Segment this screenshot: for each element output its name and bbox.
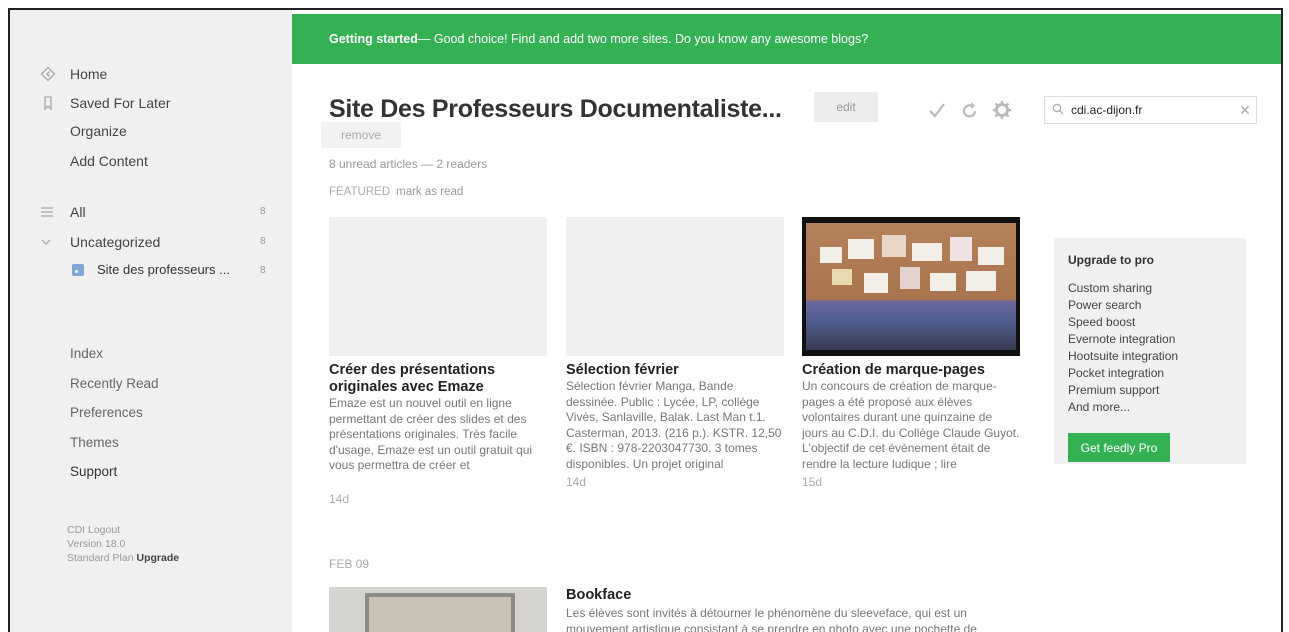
edit-button[interactable]: edit (814, 92, 878, 122)
feature-item: Pocket integration (1068, 366, 1165, 380)
home-icon (40, 66, 62, 82)
nav-index[interactable]: Index (70, 346, 103, 361)
article-thumbnail (329, 217, 547, 356)
list-icon (40, 204, 62, 220)
nav-uncategorized[interactable]: Uncategorized (40, 232, 160, 252)
app-window: Home Saved For Later Organize Add Conten… (8, 8, 1283, 632)
nav-add-content[interactable]: Add Content (70, 153, 148, 169)
uncategorized-count: 8 (260, 236, 266, 247)
plan-label: Standard Plan (67, 552, 134, 564)
feature-item: Hootsuite integration (1068, 349, 1179, 363)
article-age: 14d (566, 475, 587, 489)
article-thumbnail (329, 587, 547, 632)
remove-button[interactable]: remove (321, 122, 401, 148)
bookmark-icon (40, 95, 62, 111)
search-input[interactable] (1071, 103, 1234, 117)
banner-text: — Good choice! Find and add two more sit… (417, 32, 869, 46)
article-thumbnail (566, 217, 784, 356)
nav-uncategorized-label: Uncategorized (70, 234, 161, 250)
feature-item: Custom sharing (1068, 281, 1153, 295)
nav-home-label: Home (70, 66, 108, 82)
article-card[interactable]: Créer des présentations originales avec … (329, 217, 547, 506)
nav-preferences[interactable]: Preferences (70, 405, 143, 420)
upgrade-panel: Upgrade to pro Custom sharing Power sear… (1054, 238, 1246, 464)
feature-item: Speed boost (1068, 315, 1136, 329)
feed-count: 8 (260, 265, 266, 276)
nav-organize[interactable]: Organize (70, 123, 127, 139)
feed-label: Site des professeurs ... (97, 262, 230, 277)
search-icon (1045, 103, 1071, 118)
article-title[interactable]: Bookface (566, 587, 631, 603)
nav-home[interactable]: Home (40, 64, 107, 84)
chevron-down-icon (40, 234, 62, 250)
version-text: Version 18.0 (67, 538, 126, 550)
nav-saved-label: Saved For Later (70, 95, 171, 111)
feature-item: Evernote integration (1068, 332, 1176, 346)
article-photo (802, 217, 1020, 356)
sidebar: Home Saved For Later Organize Add Conten… (10, 10, 292, 632)
nav-all-label: All (70, 204, 86, 220)
article-title[interactable]: Sélection février (566, 362, 784, 379)
date-section-header: FEB 09 (329, 557, 370, 571)
logout-link[interactable]: CDI Logout (67, 523, 120, 537)
close-icon[interactable]: ✕ (1234, 102, 1256, 119)
feature-list: Custom sharing Power search Speed boost … (1068, 280, 1232, 416)
article-excerpt: Les élèves sont invités à détourner le p… (566, 606, 977, 632)
plan-text: Standard Plan Upgrade (67, 551, 179, 565)
feature-item: Power search (1068, 298, 1142, 312)
unread-info: 8 unread articles — 2 readers (329, 157, 488, 171)
feed-item[interactable]: Site des professeurs ... (72, 262, 230, 277)
article-excerpt: Un concours de création de marque-pages … (802, 379, 1020, 471)
mark-read-icon[interactable] (927, 100, 947, 126)
gear-icon[interactable] (992, 100, 1012, 126)
article-age: 15d (802, 475, 823, 489)
article-age: 14d (329, 492, 350, 506)
article-title[interactable]: Créer des présentations originales avec … (329, 362, 547, 396)
nav-themes[interactable]: Themes (70, 435, 119, 450)
article-title[interactable]: Création de marque-pages (802, 362, 1020, 379)
nav-recently-read[interactable]: Recently Read (70, 376, 159, 391)
nav-all[interactable]: All (40, 202, 86, 222)
article-excerpt: Sélection février Manga, Bande dessinée.… (566, 379, 782, 471)
all-count: 8 (260, 206, 266, 217)
feature-item: And more... (1068, 400, 1131, 414)
upgrade-title: Upgrade to pro (1068, 253, 1154, 267)
rss-icon (72, 263, 84, 276)
search-box[interactable]: ✕ (1044, 96, 1257, 124)
banner-bold: Getting started (329, 32, 418, 46)
feature-item: Premium support (1068, 383, 1160, 397)
featured-section-header: FEATURED mark as read (329, 186, 463, 198)
get-pro-button[interactable]: Get feedly Pro (1068, 433, 1170, 462)
upgrade-link[interactable]: Upgrade (136, 552, 179, 564)
article-card[interactable]: Sélection février Sélection février Mang… (566, 217, 784, 489)
nav-saved-for-later[interactable]: Saved For Later (40, 93, 170, 113)
refresh-icon[interactable] (961, 100, 979, 126)
page-title[interactable]: Site Des Professeurs Documentaliste... (329, 95, 782, 124)
nav-support[interactable]: Support (70, 464, 117, 479)
featured-label: FEATURED (329, 186, 391, 198)
article-card[interactable]: Création de marque-pages Un concours de … (802, 217, 1020, 489)
article-excerpt: Emaze est un nouvel outil en ligne perme… (329, 396, 533, 472)
mark-as-read-link[interactable]: mark as read (396, 186, 463, 198)
getting-started-banner: Getting started — Good choice! Find and … (292, 14, 1281, 64)
